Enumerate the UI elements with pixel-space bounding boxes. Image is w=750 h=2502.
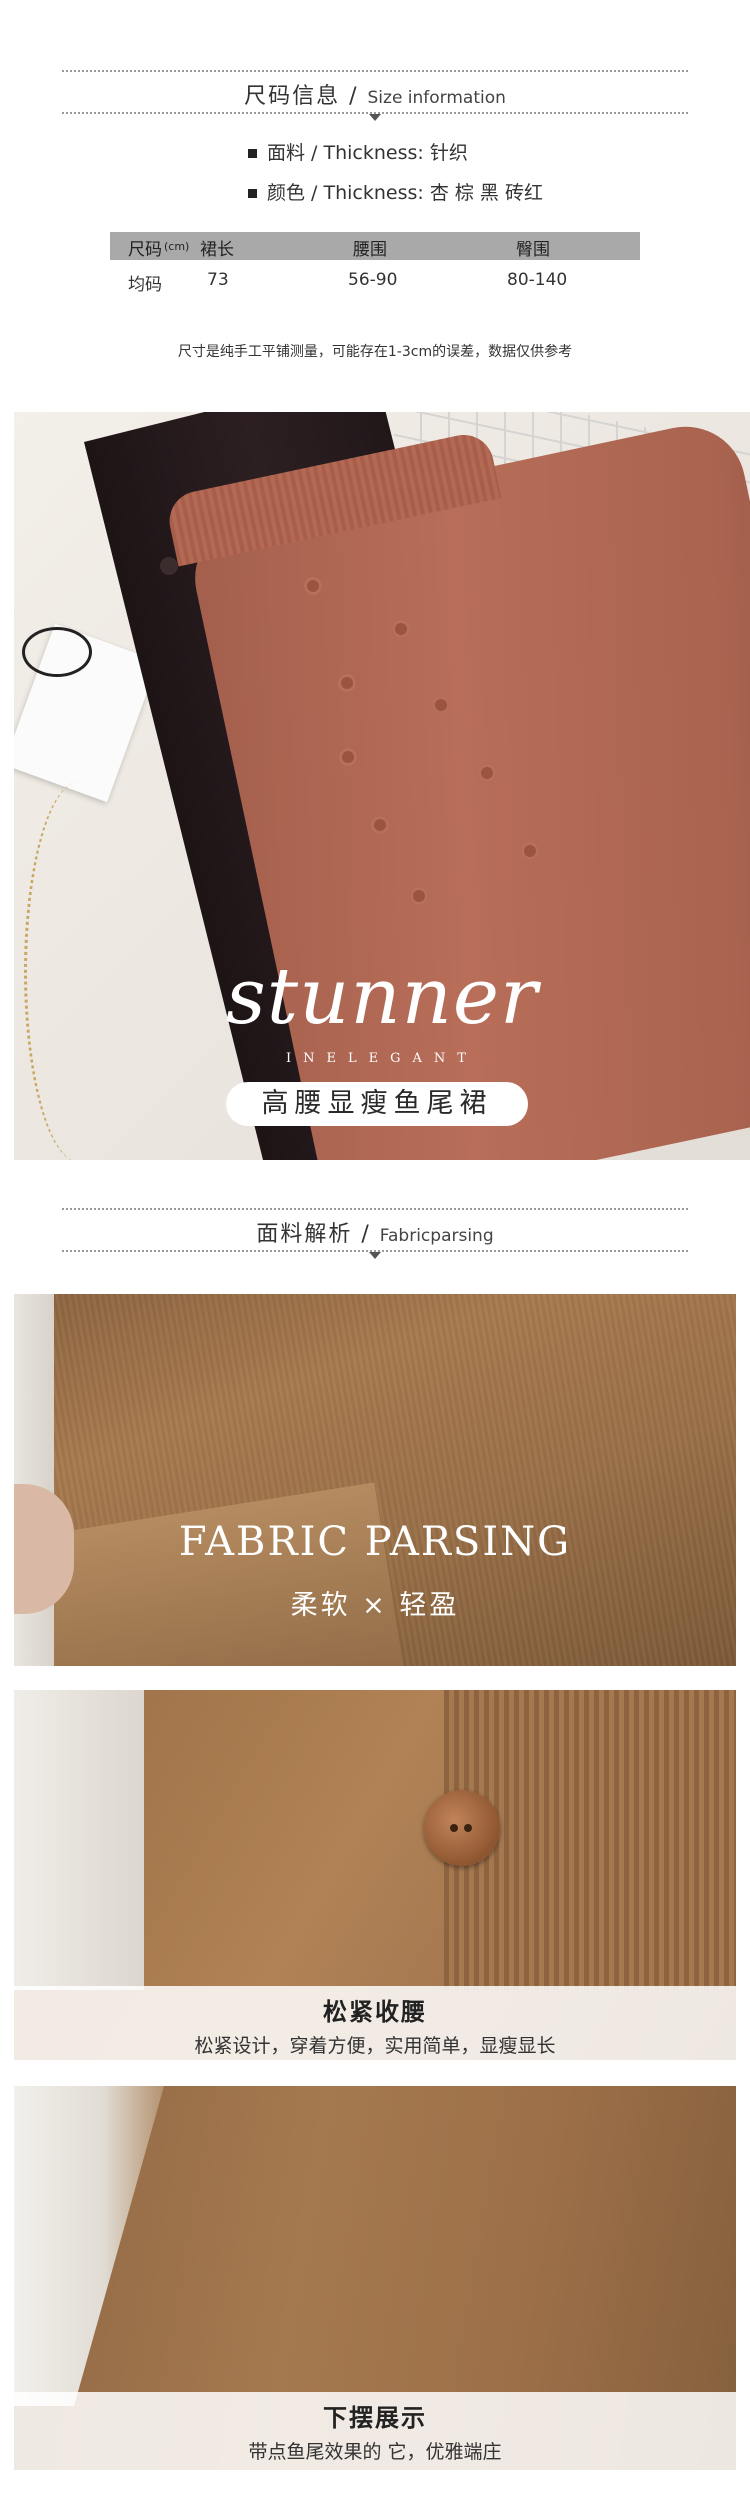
fabric-panel-subtitle: 柔软 × 轻盈 xyxy=(290,1590,460,1621)
button-dot xyxy=(521,842,539,860)
caption-subtitle: 松紧设计，穿着方便，实用简单，显瘦显长 xyxy=(194,2035,556,2057)
cell-waist: 56-90 xyxy=(348,270,398,290)
glasses-graphic xyxy=(22,627,92,677)
button-dot xyxy=(478,764,496,782)
banner-photo: stunner INELEGANT 高腰显瘦鱼尾裙 xyxy=(14,412,750,1160)
square-bullet-icon xyxy=(248,189,257,198)
fabric-photo-3: 下摆展示 带点鱼尾效果的 它，优雅端庄 xyxy=(14,2086,736,2470)
col-hip: 臀围 xyxy=(516,240,550,260)
fabric-heading-sep: / xyxy=(361,1222,371,1247)
square-bullet-icon xyxy=(248,149,257,158)
fabric-section-header: 面料解析 / Fabricparsing xyxy=(0,1198,750,1278)
fabric-panel-title: FABRIC PARSING xyxy=(178,1519,572,1565)
col-length: 裙长 xyxy=(200,240,234,260)
button-dot xyxy=(371,816,389,834)
button-dot xyxy=(160,557,178,575)
info-material-text: 面料 / Thickness: 针织 xyxy=(267,142,468,164)
button-dot xyxy=(339,748,357,766)
size-section-header: 尺码信息 / Size information xyxy=(0,60,750,140)
banner-subtitle: INELEGANT xyxy=(286,1051,478,1066)
banner-pill: 高腰显瘦鱼尾裙 xyxy=(226,1082,528,1126)
size-heading-cn: 尺码信息 xyxy=(244,84,341,109)
size-heading-sep: / xyxy=(349,84,359,109)
col-waist: 腰围 xyxy=(353,240,387,260)
cell-hip: 80-140 xyxy=(507,270,568,290)
button-dot xyxy=(432,696,450,714)
wall-graphic xyxy=(14,2086,164,2406)
caption-band: 松紧收腰 松紧设计，穿着方便，实用简单，显瘦显长 xyxy=(14,1986,736,2060)
caption-band: 下摆展示 带点鱼尾效果的 它，优雅端庄 xyxy=(14,2392,736,2470)
button-dot xyxy=(410,887,428,905)
caption-subtitle: 带点鱼尾效果的 它，优雅端庄 xyxy=(248,2441,502,2463)
fabric-heading-cn: 面料解析 xyxy=(256,1222,353,1247)
fabric-heading-en: Fabricparsing xyxy=(379,1226,494,1246)
info-line-color: 颜色 / Thickness: 杏 棕 黑 砖红 xyxy=(248,178,543,205)
col-size: 尺码 xyxy=(128,240,162,260)
col-unit: (cm) xyxy=(164,240,190,253)
divider-top xyxy=(62,1208,688,1210)
caret-down-icon xyxy=(369,114,381,121)
button-closeup-icon xyxy=(424,1790,500,1866)
banner-script-title: stunner xyxy=(225,952,539,1042)
info-color-text: 颜色 / Thickness: 杏 棕 黑 砖红 xyxy=(267,182,543,204)
measurement-note: 尺寸是纯手工平铺测量，可能存在1-3cm的误差，数据仅供参考 xyxy=(177,344,573,360)
fabric-section-title: 面料解析 / Fabricparsing xyxy=(0,1216,750,1248)
caret-down-icon xyxy=(369,1252,381,1259)
size-table-header: 尺码 (cm) 裙长 腰围 臀围 xyxy=(110,232,640,260)
size-section-title: 尺码信息 / Size information xyxy=(0,78,750,110)
caption-title: 松紧收腰 xyxy=(323,1998,427,2026)
cell-length: 73 xyxy=(207,270,229,290)
button-dot xyxy=(338,674,356,692)
caption-title: 下摆展示 xyxy=(323,2404,427,2432)
wall-graphic xyxy=(14,1690,144,1990)
button-dot xyxy=(392,620,410,638)
fabric-photo-2: 松紧收腰 松紧设计，穿着方便，实用简单，显瘦显长 xyxy=(14,1690,736,2060)
info-line-material: 面料 / Thickness: 针织 xyxy=(248,138,468,165)
fabric-photo-1: FABRIC PARSING 柔软 × 轻盈 xyxy=(14,1294,736,1666)
divider-top xyxy=(62,70,688,72)
size-heading-en: Size information xyxy=(367,88,506,108)
table-row: 均码 73 56-90 80-140 xyxy=(110,260,640,300)
button-dot xyxy=(304,577,322,595)
cell-size: 均码 xyxy=(128,275,162,295)
size-table: 尺码 (cm) 裙长 腰围 臀围 均码 73 56-90 80-140 xyxy=(110,232,640,300)
